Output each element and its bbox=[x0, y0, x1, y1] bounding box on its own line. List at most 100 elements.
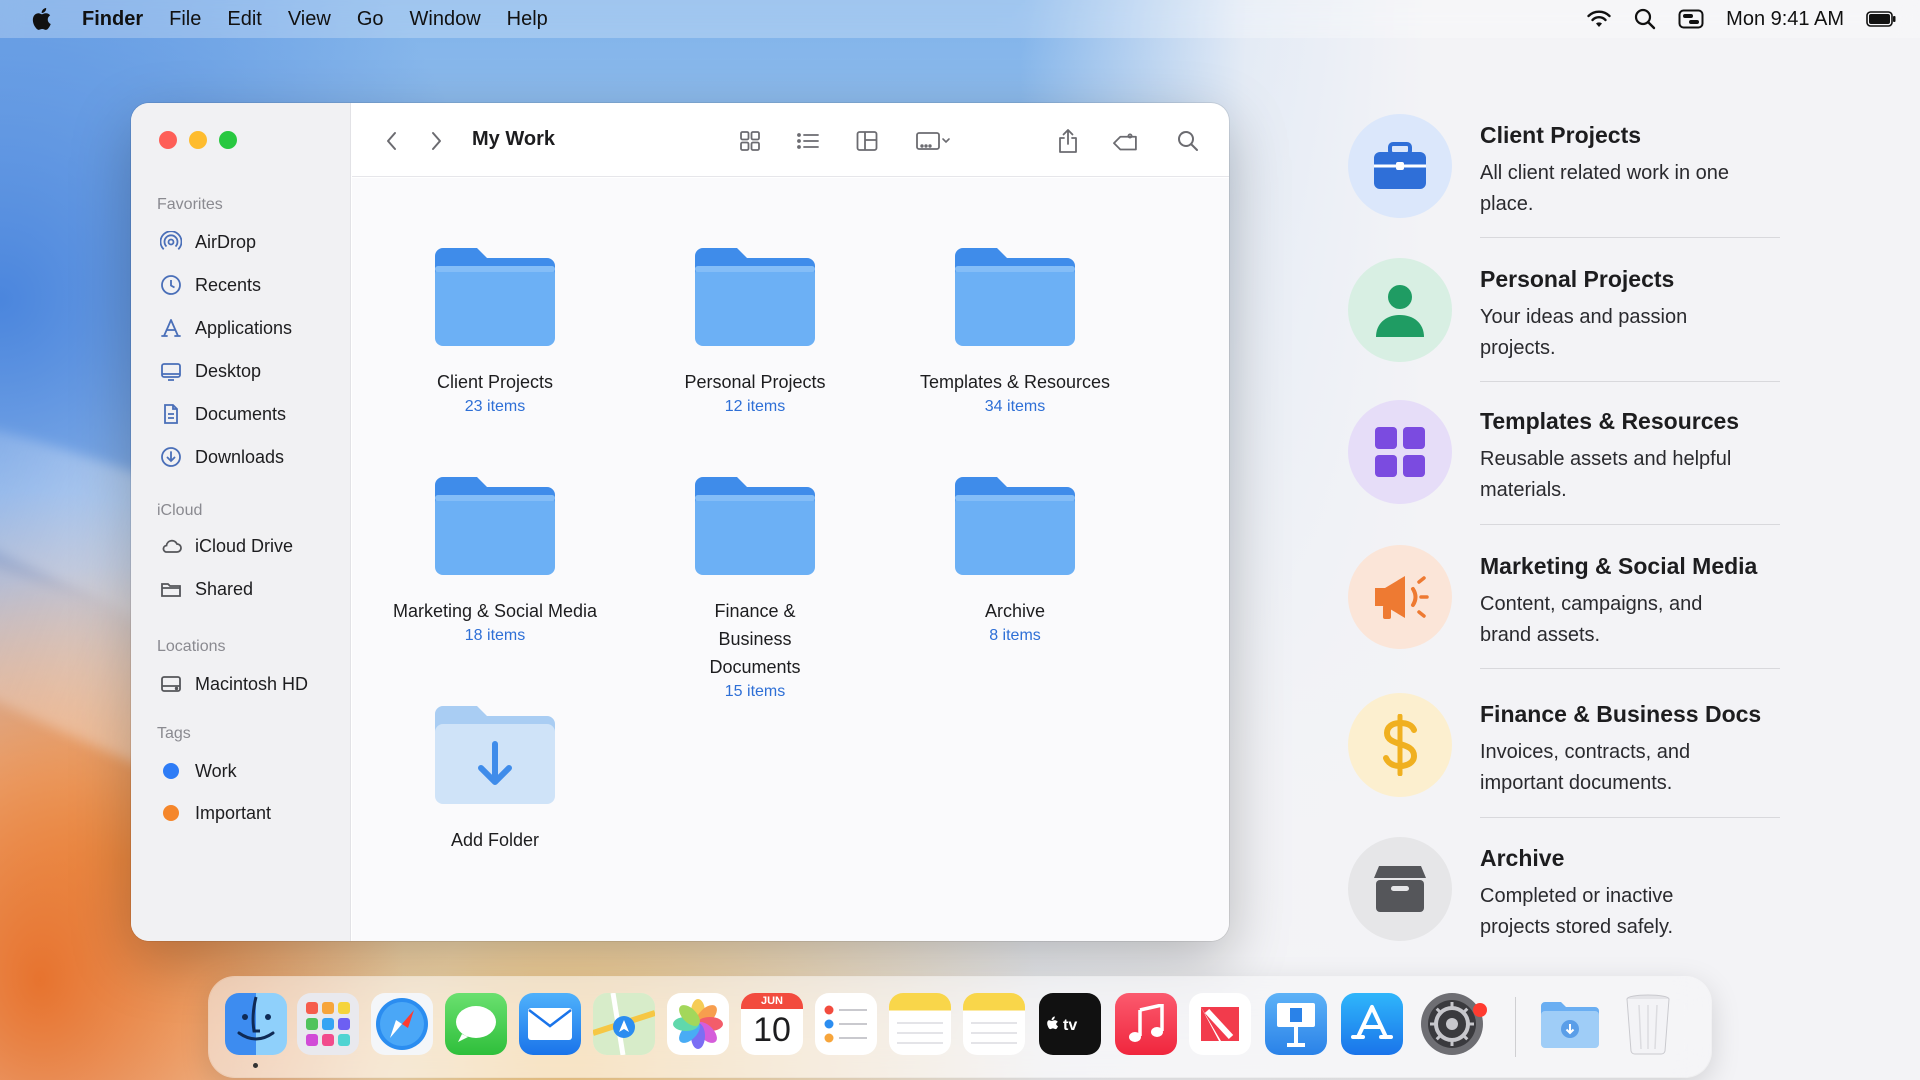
mail-icon[interactable] bbox=[519, 993, 581, 1055]
sidebar-item-downloads[interactable]: Downloads bbox=[159, 442, 284, 472]
panel-item-description: Invoices, contracts, and important docum… bbox=[1480, 741, 1691, 794]
chevron-right-icon bbox=[432, 132, 441, 150]
sidebar-item-airdrop[interactable]: AirDrop bbox=[159, 227, 256, 257]
sidebar-item-desktop[interactable]: Desktop bbox=[159, 356, 261, 386]
keynote-icon[interactable] bbox=[1265, 993, 1327, 1055]
panel-item-description: Your ideas and passion projects. bbox=[1480, 306, 1688, 359]
apple-tv-icon[interactable]: tv bbox=[1039, 993, 1101, 1055]
folder-icon bbox=[951, 469, 1079, 577]
menu-app-name[interactable]: Finder bbox=[82, 8, 143, 31]
shared-folder-icon bbox=[159, 577, 183, 601]
add-folder-label: Add Folder bbox=[450, 830, 540, 850]
messages-icon[interactable] bbox=[445, 993, 507, 1055]
menubar-clock[interactable]: Mon 9:41 AM bbox=[1726, 8, 1844, 31]
panel-icon-circle bbox=[1348, 258, 1452, 362]
minimize-window-button[interactable] bbox=[189, 131, 207, 149]
sidebar-item-macintosh-hd[interactable]: Macintosh HD bbox=[159, 669, 308, 699]
forward-button[interactable] bbox=[422, 127, 450, 155]
folder-marketing-social-media[interactable]: Marketing & Social Media 18 items bbox=[380, 469, 610, 645]
share-button[interactable] bbox=[1054, 127, 1082, 155]
grid-view-icon bbox=[740, 131, 760, 151]
zoom-window-button[interactable] bbox=[219, 131, 237, 149]
document-icon bbox=[159, 402, 183, 426]
folder-item-count: 23 items bbox=[464, 398, 526, 415]
battery-icon[interactable] bbox=[1866, 11, 1896, 27]
folder-personal-projects[interactable]: Personal Projects 12 items bbox=[640, 240, 870, 416]
panel-item-description: Content, campaigns, and brand assets. bbox=[1480, 593, 1703, 646]
folder-icon bbox=[951, 240, 1079, 348]
maps-icon[interactable] bbox=[593, 993, 655, 1055]
briefcase-icon bbox=[1374, 142, 1426, 189]
app-store-icon[interactable] bbox=[1341, 993, 1403, 1055]
panel-icon-circle bbox=[1348, 400, 1452, 504]
sidebar-item-label: Applications bbox=[195, 317, 293, 338]
spotlight-search-icon[interactable] bbox=[1634, 8, 1656, 30]
menu-edit[interactable]: Edit bbox=[227, 8, 261, 31]
music-icon[interactable] bbox=[1115, 993, 1177, 1055]
folder-name: Archive bbox=[984, 601, 1046, 621]
sidebar-item-label: Documents bbox=[195, 403, 287, 424]
gallery-view-dropdown[interactable] bbox=[910, 127, 956, 155]
download-icon bbox=[159, 445, 183, 469]
sidebar-heading-tags: Tags bbox=[157, 725, 191, 742]
control-center-icon[interactable] bbox=[1678, 9, 1704, 29]
notes-icon[interactable] bbox=[963, 993, 1025, 1055]
sidebar-heading-icloud: iCloud bbox=[157, 502, 203, 519]
sidebar-item-applications[interactable]: Applications bbox=[159, 313, 292, 343]
dollar-icon bbox=[1383, 714, 1418, 776]
add-folder-button[interactable]: Add Folder bbox=[380, 698, 610, 854]
sidebar-item-label: Recents bbox=[195, 274, 262, 295]
icon-view-button[interactable] bbox=[736, 127, 764, 155]
sidebar-item-label: iCloud Drive bbox=[195, 535, 294, 556]
folder-client-projects[interactable]: Client Projects 23 items bbox=[380, 240, 610, 416]
person-icon bbox=[1376, 285, 1424, 337]
sidebar-item-documents[interactable]: Documents bbox=[159, 399, 286, 429]
folder-name: Templates & Resources bbox=[919, 372, 1111, 392]
sidebar-item-icloud-drive[interactable]: iCloud Drive bbox=[159, 531, 293, 561]
news-icon[interactable] bbox=[1189, 993, 1251, 1055]
menu-go[interactable]: Go bbox=[357, 8, 384, 31]
sidebar-item-label: Important bbox=[195, 802, 272, 823]
finder-icon[interactable] bbox=[225, 993, 287, 1055]
panel-item-title: Archive bbox=[1480, 845, 1565, 871]
window-title: My Work bbox=[472, 128, 555, 150]
search-button[interactable] bbox=[1174, 127, 1202, 155]
clock-icon bbox=[159, 273, 183, 297]
apple-logo-icon[interactable] bbox=[30, 6, 56, 32]
sidebar-item-shared[interactable]: Shared bbox=[159, 574, 253, 604]
airdrop-icon bbox=[159, 230, 183, 254]
reminders-icon[interactable] bbox=[815, 993, 877, 1055]
sidebar-tag-work[interactable]: Work bbox=[159, 756, 237, 786]
folder-name: Marketing & Social Media bbox=[392, 601, 598, 621]
folder-templates-resources[interactable]: Templates & Resources 34 items bbox=[900, 240, 1130, 416]
divider bbox=[1480, 817, 1780, 818]
calendar-day: 10 bbox=[753, 1011, 791, 1049]
column-view-button[interactable] bbox=[853, 127, 881, 155]
notes-icon[interactable] bbox=[889, 993, 951, 1055]
menu-file[interactable]: File bbox=[169, 8, 201, 31]
downloads-folder-icon[interactable] bbox=[1539, 993, 1601, 1055]
menu-view[interactable]: View bbox=[288, 8, 331, 31]
safari-icon[interactable] bbox=[371, 993, 433, 1055]
tag-button[interactable] bbox=[1112, 127, 1140, 155]
menu-window[interactable]: Window bbox=[410, 8, 481, 31]
toolbar: My Work bbox=[352, 103, 1229, 177]
close-window-button[interactable] bbox=[159, 131, 177, 149]
launchpad-icon[interactable] bbox=[297, 993, 359, 1055]
menu-help[interactable]: Help bbox=[507, 8, 548, 31]
folder-archive[interactable]: Archive 8 items bbox=[900, 469, 1130, 645]
folder-icon bbox=[691, 240, 819, 348]
back-button[interactable] bbox=[378, 127, 406, 155]
calendar-icon[interactable]: JUN 10 bbox=[741, 993, 803, 1055]
trash-icon[interactable] bbox=[1617, 993, 1679, 1055]
wifi-icon[interactable] bbox=[1586, 9, 1612, 29]
sidebar-tag-important[interactable]: Important bbox=[159, 798, 271, 828]
hard-drive-icon bbox=[159, 672, 183, 696]
system-settings-icon[interactable] bbox=[1421, 993, 1487, 1055]
sidebar-item-label: Shared bbox=[195, 578, 254, 599]
notification-badge bbox=[1473, 1003, 1487, 1017]
sidebar-item-recents[interactable]: Recents bbox=[159, 270, 261, 300]
folder-finance-business-documents[interactable]: Finance & Business Documents 15 items bbox=[640, 469, 870, 701]
photos-icon[interactable] bbox=[667, 993, 729, 1055]
list-view-button[interactable] bbox=[794, 127, 822, 155]
